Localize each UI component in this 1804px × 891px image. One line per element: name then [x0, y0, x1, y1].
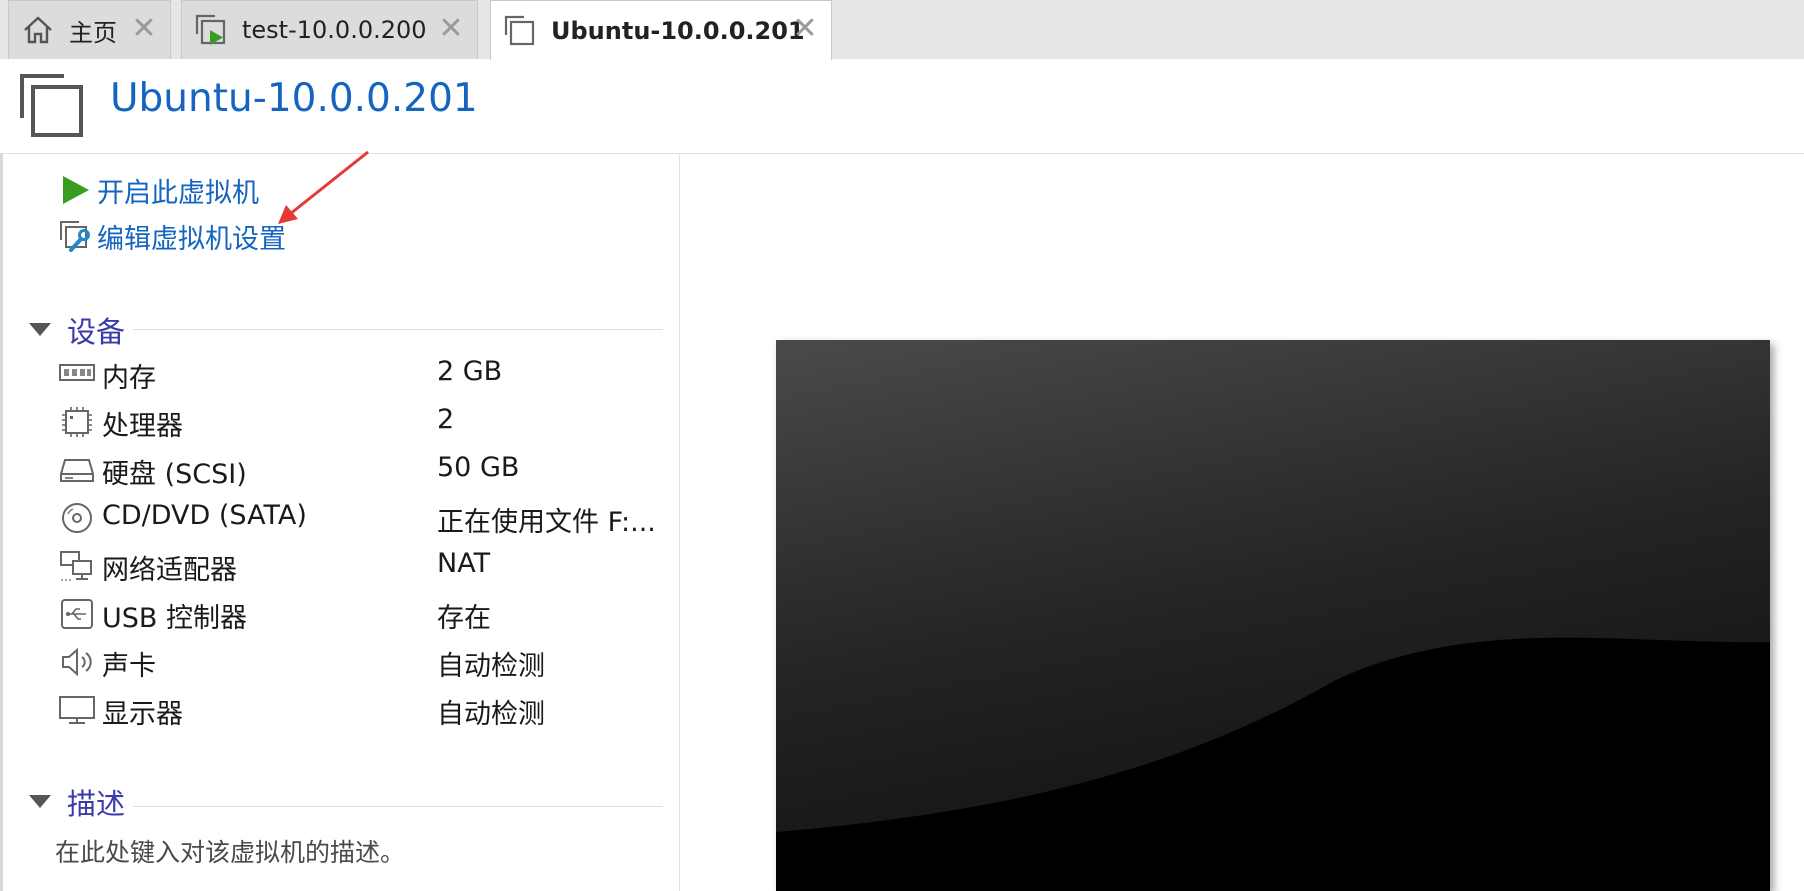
device-value: 正在使用文件 F:... — [437, 507, 656, 538]
power-on-vm-link[interactable]: 开启此虚拟机 — [59, 172, 259, 209]
device-name: 内存 — [102, 363, 156, 394]
edit-vm-settings-link[interactable]: 编辑虚拟机设置 — [59, 218, 286, 255]
device-name: 网络适配器 — [102, 555, 237, 586]
device-name: CD/DVD (SATA) — [102, 500, 307, 531]
section-divider — [133, 806, 663, 807]
cd-dvd-icon — [62, 503, 92, 533]
device-row-display[interactable]: 显示器 自动检测 — [59, 690, 669, 730]
device-name: 硬盘 (SCSI) — [102, 459, 247, 490]
vm-header: Ubuntu-10.0.0.201 — [0, 60, 1804, 154]
vm-screen-preview[interactable] — [776, 340, 1770, 891]
edit-settings-icon — [60, 221, 90, 252]
section-divider — [133, 329, 663, 330]
page-title: Ubuntu-10.0.0.201 — [110, 76, 478, 121]
devices-section-title: 设备 — [67, 315, 126, 349]
vm-icon — [20, 74, 83, 137]
chevron-down-icon — [29, 795, 51, 808]
memory-icon — [59, 364, 95, 381]
home-icon — [24, 16, 52, 44]
tab-home[interactable]: 主页 ✕ — [8, 0, 171, 59]
description-field[interactable]: 在此处键入对该虚拟机的描述。 — [55, 833, 405, 869]
chevron-down-icon — [29, 323, 51, 336]
sound-icon — [62, 647, 92, 677]
network-adapter-icon — [60, 551, 92, 581]
device-value: 50 GB — [437, 452, 520, 483]
description-section-header[interactable]: 描述 — [29, 784, 126, 821]
device-row-memory[interactable]: 内存 2 GB — [59, 354, 669, 394]
edit-settings-label: 编辑虚拟机设置 — [97, 223, 286, 255]
tab-bar: 主页 ✕ test-10.0.0.200 ✕ Ubuntu-10.0.0.201… — [0, 0, 1804, 60]
device-value: 自动检测 — [437, 699, 545, 730]
usb-icon — [61, 599, 93, 629]
vm-icon — [504, 15, 535, 45]
device-value: NAT — [437, 548, 491, 579]
device-row-network-adapter[interactable]: 网络适配器 NAT — [59, 546, 669, 586]
tab-label: Ubuntu-10.0.0.201 — [551, 16, 805, 45]
panel-divider — [679, 154, 680, 891]
power-on-label: 开启此虚拟机 — [97, 177, 259, 209]
device-row-hard-disk[interactable]: 硬盘 (SCSI) 50 GB — [59, 450, 669, 490]
description-section-title: 描述 — [67, 787, 126, 821]
devices-section-header[interactable]: 设备 — [29, 312, 126, 349]
device-name: 声卡 — [102, 651, 156, 682]
display-icon — [59, 696, 95, 724]
device-row-usb-controller[interactable]: USB 控制器 存在 — [59, 594, 669, 634]
device-name: USB 控制器 — [102, 603, 248, 634]
device-value: 自动检测 — [437, 651, 545, 682]
processor-icon — [62, 407, 92, 437]
device-value: 存在 — [437, 603, 491, 634]
hard-disk-icon — [60, 459, 94, 482]
tab-label: test-10.0.0.200 — [242, 16, 427, 44]
close-icon[interactable]: ✕ — [791, 14, 819, 44]
close-icon[interactable]: ✕ — [130, 14, 158, 44]
preview-thumbnail — [776, 340, 1770, 891]
device-name: 处理器 — [102, 411, 183, 442]
device-row-processor[interactable]: 处理器 2 — [59, 402, 669, 442]
device-row-cd-dvd[interactable]: CD/DVD (SATA) 正在使用文件 F:... — [59, 498, 669, 538]
vm-details-panel: 开启此虚拟机 编辑虚拟机设置 设备 内存 2 GB 处理器 2 硬盘 (SCSI… — [3, 154, 679, 891]
device-name: 显示器 — [102, 699, 183, 730]
device-value: 2 GB — [437, 356, 503, 387]
tab-test-vm[interactable]: test-10.0.0.200 ✕ — [181, 0, 478, 59]
play-icon — [63, 176, 89, 204]
vm-running-icon — [195, 14, 226, 45]
device-value: 2 — [437, 404, 455, 435]
tab-ubuntu-vm[interactable]: Ubuntu-10.0.0.201 ✕ — [490, 0, 832, 60]
device-row-sound-card[interactable]: 声卡 自动检测 — [59, 642, 669, 682]
close-icon[interactable]: ✕ — [437, 14, 465, 44]
tab-label: 主页 — [69, 18, 117, 47]
